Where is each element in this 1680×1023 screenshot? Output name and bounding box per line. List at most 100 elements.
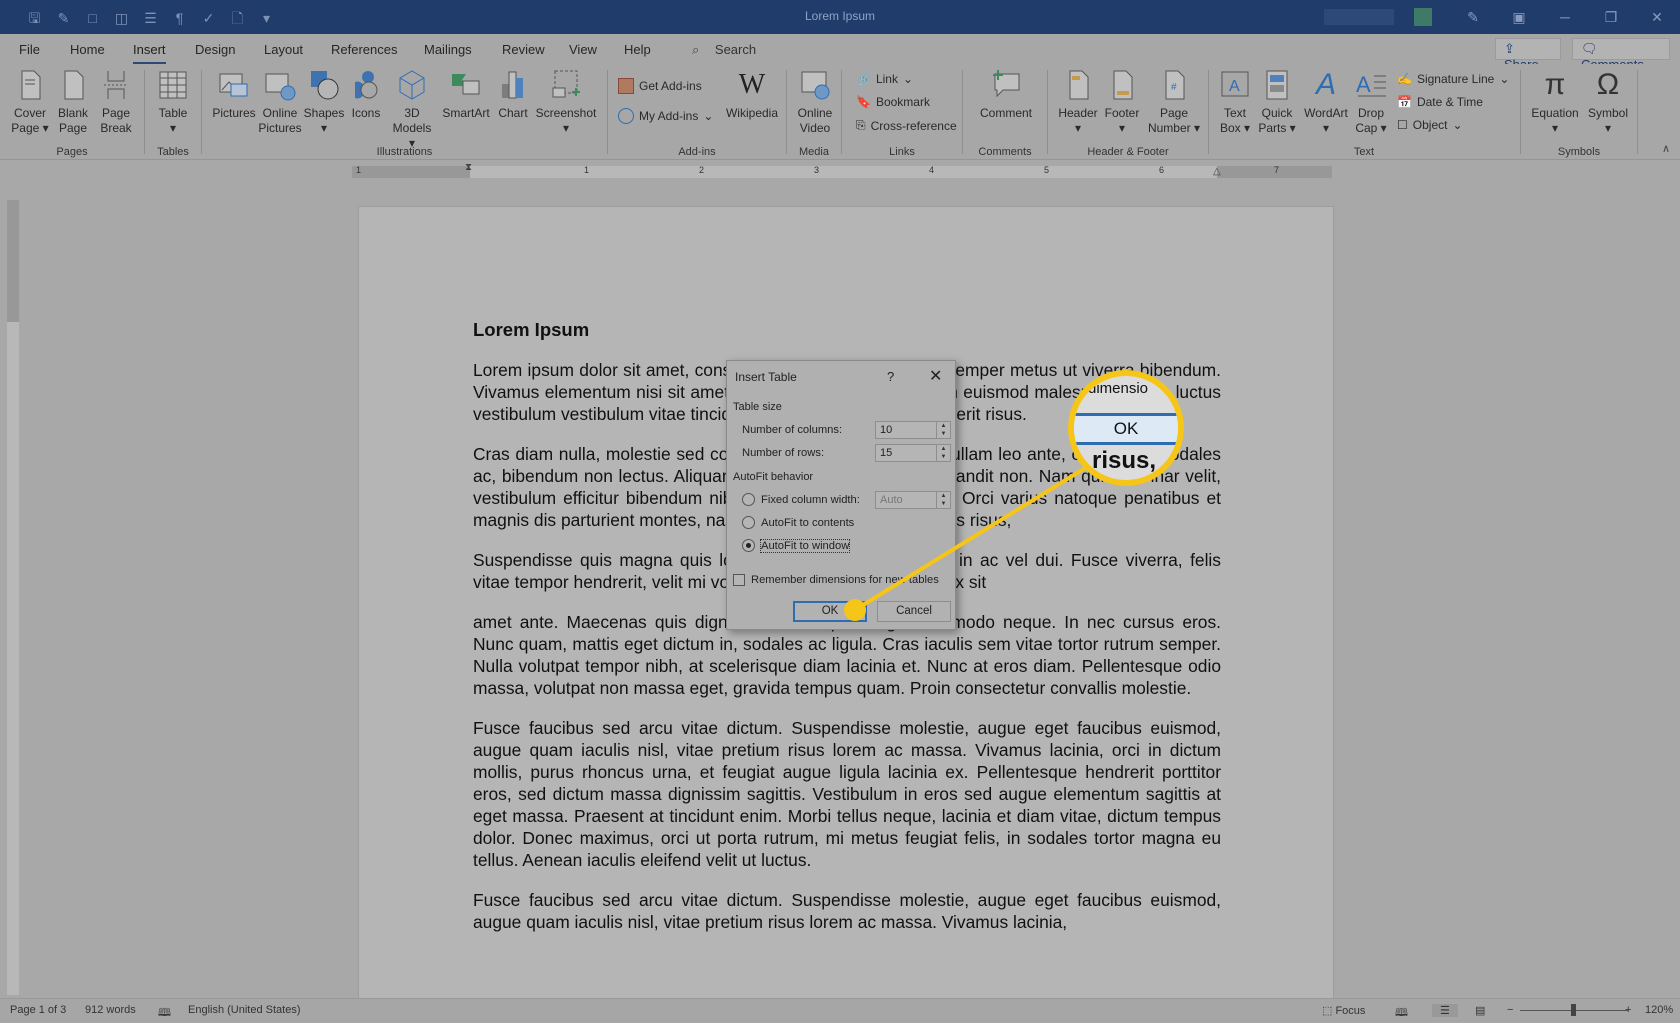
blank-page-button[interactable]: Blank Page: [54, 68, 92, 136]
magnified-text: risus,: [1092, 447, 1157, 474]
table-icon[interactable]: ☰: [136, 8, 165, 28]
tab-home[interactable]: Home: [70, 42, 105, 57]
close-button[interactable]: ✕: [1634, 0, 1680, 34]
ruler-number: 3: [814, 165, 820, 175]
zoom-level[interactable]: 120%: [1645, 1004, 1673, 1016]
tab-mailings[interactable]: Mailings: [424, 42, 472, 57]
smartart-button[interactable]: SmartArt: [440, 68, 492, 121]
search-box[interactable]: ⌕ Search: [692, 42, 756, 58]
footer-button[interactable]: Footer ▾: [1100, 68, 1144, 136]
vertical-ruler[interactable]: [7, 200, 19, 995]
read-mode-icon[interactable]: 🕮: [1395, 1004, 1408, 1023]
indent-marker[interactable]: ⧗: [465, 162, 472, 173]
signature-icon: ✍: [1397, 72, 1412, 86]
spin-arrows-icon[interactable]: ▲ ▼: [936, 445, 950, 461]
right-indent-marker[interactable]: △: [1213, 166, 1221, 177]
calendar-icon: 📅: [1397, 95, 1412, 109]
cover-page-button[interactable]: Cover Page ▾: [8, 68, 52, 136]
header-button[interactable]: Header ▾: [1056, 68, 1100, 136]
new-document-icon[interactable]: 🗋: [223, 8, 252, 28]
tab-insert[interactable]: Insert: [133, 42, 166, 65]
save-icon[interactable]: 🖫: [20, 8, 49, 28]
save-as-icon[interactable]: ✎: [49, 8, 78, 28]
open-folder-icon[interactable]: □: [78, 8, 107, 28]
customize-qat-icon[interactable]: ▾: [252, 8, 281, 28]
shapes-button[interactable]: Shapes ▾: [302, 68, 346, 136]
fixed-column-width-radio[interactable]: Fixed column width:: [742, 493, 860, 506]
account-name[interactable]: [1324, 9, 1394, 25]
page-break-button[interactable]: Page Break: [96, 68, 136, 136]
proofing-icon[interactable]: 🕮: [158, 1004, 171, 1023]
chart-button[interactable]: Chart: [494, 68, 532, 121]
online-video-button[interactable]: Online Video: [793, 68, 837, 136]
group-header-footer: Header ▾ Footer ▾ # Page Number ▾ Header & …: [1048, 64, 1208, 160]
cross-reference-button[interactable]: ⎘ Cross-reference: [856, 118, 957, 133]
group-label-tables: Tables: [157, 146, 189, 158]
icons-button[interactable]: Icons: [346, 68, 386, 121]
quick-access-toolbar: 🖫 ✎ □ ◫ ☰ ¶ ✓ 🗋 ▾: [20, 8, 281, 28]
zoom-slider-thumb[interactable]: [1571, 1004, 1576, 1016]
zoom-out-button[interactable]: −: [1507, 1004, 1513, 1016]
online-pictures-button[interactable]: Online Pictures: [258, 68, 302, 136]
pilcrow-icon[interactable]: ¶: [165, 8, 194, 28]
tab-help[interactable]: Help: [624, 42, 651, 57]
3d-models-button[interactable]: 3D Models ▾: [388, 68, 436, 151]
screenshot-button[interactable]: Screenshot ▾: [534, 68, 598, 136]
page-indicator[interactable]: Page 1 of 3: [10, 1004, 66, 1016]
language-indicator[interactable]: English (United States): [188, 1004, 301, 1016]
horizontal-ruler[interactable]: 1 1 2 3 4 5 6 7 ⧗ △: [352, 162, 1332, 178]
tab-layout[interactable]: Layout: [264, 42, 303, 57]
help-button[interactable]: ?: [887, 369, 894, 384]
word-count[interactable]: 912 words: [85, 1004, 136, 1016]
wordart-button[interactable]: A WordArt ▾: [1301, 68, 1351, 136]
comment-button[interactable]: Comment: [977, 68, 1035, 121]
link-button[interactable]: 🔗 Link ⌄: [856, 72, 913, 86]
ribbon-display-options-icon[interactable]: ▣: [1496, 0, 1542, 34]
signature-line-button[interactable]: ✍ Signature Line ⌄: [1397, 72, 1509, 86]
spin-arrows-icon[interactable]: ▲ ▼: [936, 422, 950, 438]
tab-references[interactable]: References: [331, 42, 397, 57]
drop-cap-button[interactable]: A Drop Cap ▾: [1351, 68, 1391, 136]
layout-icon[interactable]: ◫: [107, 8, 136, 28]
rows-stepper[interactable]: 15 ▲ ▼: [875, 444, 951, 462]
symbol-button[interactable]: Ω Symbol ▾: [1583, 68, 1633, 136]
pictures-button[interactable]: Pictures: [210, 68, 258, 121]
columns-stepper[interactable]: 10 ▲ ▼: [875, 421, 951, 439]
share-icon: ⇪: [1504, 41, 1515, 56]
tab-design[interactable]: Design: [195, 42, 235, 57]
avatar[interactable]: [1414, 8, 1432, 26]
comments-button[interactable]: 🗨 Comments: [1572, 38, 1670, 72]
tab-view[interactable]: View: [569, 42, 597, 57]
collapse-ribbon-icon[interactable]: ∧: [1662, 142, 1670, 155]
tab-review[interactable]: Review: [502, 42, 545, 57]
cancel-button[interactable]: Cancel: [877, 601, 951, 622]
bookmark-button[interactable]: 🔖 Bookmark: [856, 95, 930, 109]
design-ideas-icon[interactable]: ✎: [1450, 0, 1496, 34]
spelling-icon[interactable]: ✓: [194, 8, 223, 28]
autofit-window-radio[interactable]: AutoFit to window: [742, 538, 851, 553]
zoom-in-button[interactable]: +: [1625, 1004, 1631, 1016]
tab-file[interactable]: File: [19, 42, 40, 57]
get-addins-button[interactable]: Get Add-ins: [618, 78, 702, 94]
quick-parts-button[interactable]: Quick Parts ▾: [1255, 68, 1299, 136]
group-comments: Comment Comments: [963, 64, 1047, 160]
restore-button[interactable]: ❐: [1588, 0, 1634, 34]
table-button[interactable]: Table ▾: [153, 68, 193, 136]
autofit-contents-radio[interactable]: AutoFit to contents: [742, 516, 854, 529]
print-layout-icon[interactable]: ☰: [1432, 1004, 1458, 1017]
group-label-header-footer: Header & Footer: [1087, 146, 1169, 158]
wikipedia-button[interactable]: W Wikipedia: [724, 68, 780, 121]
dialog-close-button[interactable]: ✕: [929, 366, 942, 386]
minimize-button[interactable]: ─: [1542, 0, 1588, 34]
web-layout-icon[interactable]: ▤: [1475, 1004, 1485, 1017]
page-number-button[interactable]: # Page Number ▾: [1144, 68, 1204, 136]
text-box-button[interactable]: A Text Box ▾: [1215, 68, 1255, 136]
remember-dimensions-checkbox[interactable]: Remember dimensions for new tables: [733, 574, 939, 586]
chart-icon: [502, 71, 523, 99]
equation-button[interactable]: π Equation ▾: [1527, 68, 1583, 136]
my-addins-button[interactable]: My Add-ins ⌄: [618, 108, 713, 124]
object-button[interactable]: ☐ Object ⌄: [1397, 118, 1463, 132]
date-time-button[interactable]: 📅 Date & Time: [1397, 95, 1483, 109]
share-button[interactable]: ⇪ Share: [1495, 38, 1561, 72]
focus-button[interactable]: ⬚ Focus: [1322, 1004, 1365, 1017]
